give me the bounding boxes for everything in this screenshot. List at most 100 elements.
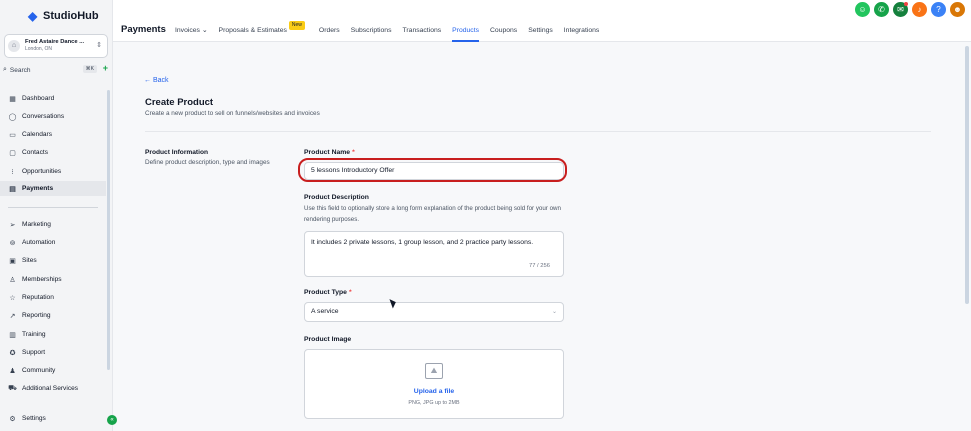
required-mark: * — [352, 149, 355, 156]
page-title: Payments — [121, 24, 166, 35]
sidebar-item-opportunities[interactable]: ⁝ Opportunities — [0, 164, 106, 179]
sidebar-item-payments[interactable]: ▤ Payments — [0, 181, 106, 196]
tab-orders[interactable]: Orders — [319, 22, 340, 42]
sidebar-divider — [8, 207, 98, 208]
upload-hint: PNG, JPG up to 2MB — [408, 400, 460, 406]
tab-subscriptions[interactable]: Subscriptions — [351, 22, 392, 42]
sidebar-item-training[interactable]: ▥ Training — [0, 327, 106, 342]
chevron-up-down-icon: ⇕ — [96, 42, 102, 49]
gear-icon: ⚙ — [9, 415, 16, 423]
sidebar-item-sites[interactable]: ▣ Sites — [0, 253, 106, 268]
sidebar-item-reputation[interactable]: ☆ Reputation — [0, 290, 106, 305]
community-icon: ♟ — [9, 367, 16, 375]
logo-text: StudioHub — [43, 10, 99, 22]
sidebar-item-label: Marketing — [22, 221, 51, 228]
tab-label: Proposals & Estimates — [218, 27, 287, 34]
star-icon: ☆ — [9, 294, 16, 302]
product-description-help: Use this field to optionally store a lon… — [304, 205, 561, 223]
sidebar: ◆ StudioHub ⌂ Fred Astaire Dance ... Lon… — [0, 0, 117, 431]
automation-icon: ⊚ — [9, 239, 16, 247]
tab-proposals-estimates[interactable]: Proposals & Estimates New — [218, 21, 305, 42]
back-label: Back — [152, 77, 169, 84]
sidebar-item-label: Automation — [22, 239, 56, 246]
upload-file-link[interactable]: Upload a file — [305, 388, 563, 395]
chevron-down-icon: ⌄ — [201, 27, 208, 34]
tab-settings[interactable]: Settings — [528, 22, 553, 42]
image-upload-dropzone[interactable]: ⛰ Upload a file PNG, JPG up to 2MB — [304, 349, 564, 419]
sites-icon: ▣ — [9, 257, 16, 265]
app-logo[interactable]: ◆ StudioHub — [28, 8, 99, 24]
tab-products[interactable]: Products — [452, 22, 479, 42]
product-description-textarea[interactable]: It includes 2 private lessons, 1 group l… — [304, 231, 564, 277]
product-name-input[interactable]: 5 lessons Introductory Offer — [304, 162, 564, 180]
chevron-down-icon: ⌄ — [551, 309, 557, 315]
search-label: Search — [9, 66, 31, 74]
receipt-icon: ▤ — [9, 185, 16, 193]
help-icon[interactable]: ? — [931, 2, 946, 17]
tab-label: Products — [452, 27, 479, 34]
sidebar-scrollbar[interactable] — [107, 90, 110, 370]
grid-icon: ▦ — [9, 95, 16, 103]
funnel-icon: ⁝ — [11, 168, 14, 176]
sidebar-item-community[interactable]: ♟ Community — [0, 363, 106, 378]
app-window: ◆ StudioHub ⌂ Fred Astaire Dance ... Lon… — [0, 0, 971, 431]
tab-label: Coupons — [490, 27, 518, 34]
sidebar-item-memberships[interactable]: ♙ Memberships — [0, 272, 106, 287]
sidebar-item-reporting[interactable]: ↗ Reporting — [0, 308, 106, 323]
tab-label: Transactions — [402, 27, 442, 34]
sidebar-item-conversations[interactable]: ◯ Conversations — [0, 109, 106, 124]
sidebar-item-dashboard[interactable]: ▦ Dashboard — [0, 91, 106, 106]
sidebar-item-label: Opportunities — [22, 168, 62, 175]
tab-label: Integrations — [563, 27, 600, 34]
selected-value: A service — [311, 308, 339, 315]
sidebar-item-additional-services[interactable]: ⛟ Additional Services — [0, 381, 106, 396]
contacts-icon: ▢ — [9, 149, 16, 157]
calendar-icon: ▭ — [9, 131, 16, 139]
product-description-label: Product Description — [304, 194, 369, 201]
sidebar-search[interactable]: ⌕ Search ⌘K + — [3, 63, 111, 76]
sidebar-item-label: Sites — [22, 257, 37, 264]
sidebar-item-contacts[interactable]: ▢ Contacts — [0, 145, 106, 160]
sidebar-item-automation[interactable]: ⊚ Automation — [0, 235, 106, 250]
form-subtitle: Create a new product to sell on funnels/… — [145, 110, 320, 117]
required-mark: * — [348, 289, 352, 296]
sidebar-item-calendars[interactable]: ▭ Calendars — [0, 127, 106, 142]
logo-mark-icon: ◆ — [28, 9, 38, 23]
sidebar-item-support[interactable]: ✪ Support — [0, 345, 106, 360]
contact-icon[interactable]: ☺ — [855, 2, 870, 17]
sidebar-item-label: Contacts — [22, 149, 49, 156]
sidebar-item-label: Calendars — [22, 131, 53, 138]
megaphone-icon[interactable]: ✉ — [893, 2, 908, 17]
support-icon: ✪ — [9, 349, 16, 357]
sidebar-item-label: Memberships — [22, 276, 62, 283]
label-text: Product Name — [304, 149, 351, 156]
sidebar-item-marketing[interactable]: ➢ Marketing — [0, 217, 106, 232]
section-divider — [145, 131, 931, 132]
notification-dot — [904, 2, 908, 6]
tab-coupons[interactable]: Coupons — [490, 22, 517, 42]
character-counter: 77 / 256 — [529, 263, 550, 269]
main-scrollbar[interactable] — [965, 46, 969, 304]
send-icon: ➢ — [9, 221, 16, 229]
sidebar-item-label: Settings — [22, 415, 46, 422]
membership-icon: ♙ — [9, 276, 16, 284]
account-switcher[interactable]: ⌂ Fred Astaire Dance ... London, ON ⇕ — [4, 34, 108, 58]
tab-invoices[interactable]: Invoices ⌄ — [175, 22, 208, 42]
tab-label: Subscriptions — [350, 27, 392, 34]
bell-icon[interactable]: ♪ — [912, 2, 927, 17]
user-avatar-icon[interactable]: ☻ — [950, 2, 965, 17]
tab-transactions[interactable]: Transactions — [403, 22, 442, 42]
product-type-select[interactable]: A service ⌄ — [304, 302, 564, 322]
sidebar-item-settings[interactable]: ⚙ Settings — [0, 411, 106, 426]
account-location: London, ON — [25, 45, 52, 52]
tab-integrations[interactable]: Integrations — [564, 22, 600, 42]
phone-icon[interactable]: ✆ — [874, 2, 889, 17]
search-shortcut: ⌘K — [82, 65, 97, 73]
quick-add-icon[interactable]: + — [103, 63, 108, 73]
payments-tabs: Invoices ⌄ Proposals & Estimates New Orde… — [175, 21, 610, 42]
back-link[interactable]: ← Back — [144, 77, 169, 84]
product-type-label: Product Type * — [304, 289, 352, 296]
sidebar-item-label: Additional Services — [22, 385, 79, 392]
sidebar-item-label: Reputation — [22, 294, 54, 301]
chart-icon: ↗ — [9, 312, 16, 320]
